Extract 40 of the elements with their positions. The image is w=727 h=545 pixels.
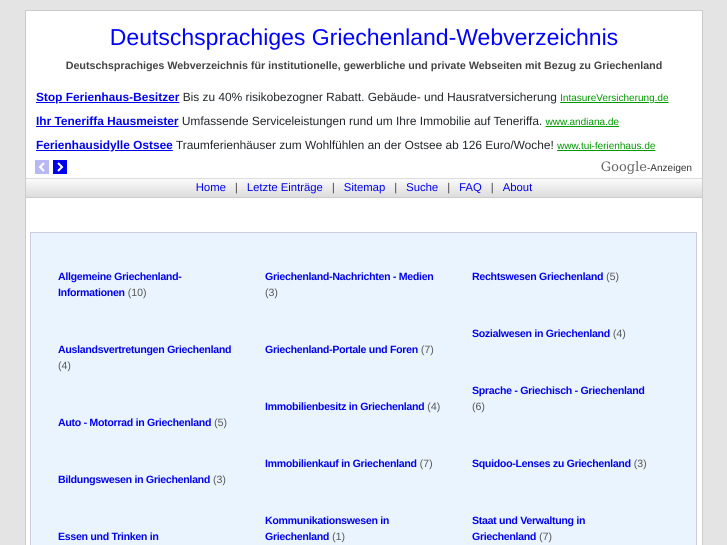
nav-link[interactable]: FAQ bbox=[459, 182, 482, 194]
nav-separator: | bbox=[490, 182, 494, 194]
site-subtitle: Deutschsprachiges Webverzeichnis für institutionelle, gewerbliche und private Webseiten mit Bezug zu Griechenland bbox=[64, 58, 664, 74]
nav-link[interactable]: About bbox=[502, 182, 532, 194]
category-link[interactable]: Staat und Verwaltung in Griechenland (7) bbox=[472, 513, 649, 545]
category-link[interactable]: Sozialwesen in Griechenland (4) bbox=[472, 326, 649, 342]
site-title: Deutschsprachiges Griechenland-Webverzeichnis bbox=[108, 24, 620, 52]
category-link[interactable]: Allgemeine Griechenland-Informationen (10) bbox=[58, 269, 235, 302]
category-link[interactable]: Immobilienkauf in Griechenland (7) bbox=[265, 456, 442, 472]
ad-title-link[interactable]: Ihr Teneriffa Hausmeister bbox=[36, 114, 179, 128]
ads-label: -Anzeigen bbox=[646, 162, 692, 174]
category-link[interactable]: Auto - Motorrad in Griechenland (5) bbox=[58, 415, 235, 432]
ad-title-link[interactable]: Stop Ferienhaus-Besitzer bbox=[36, 90, 180, 104]
category-link[interactable]: Griechenland-Nachrichten - Medien (3) bbox=[265, 269, 442, 302]
category-link[interactable]: Sprache - Griechisch - Griechenland (6) bbox=[472, 383, 649, 416]
google-wordmark: Google bbox=[600, 160, 647, 175]
ad-text: Umfassende Serviceleistungen rund um Ihre Immobilie auf Teneriffa. bbox=[182, 114, 542, 128]
category-link[interactable]: Auslandsvertretungen Griechenland (4) bbox=[58, 342, 235, 374]
nav-separator: | bbox=[234, 182, 238, 194]
nav-link[interactable]: Letzte Einträge bbox=[246, 182, 323, 194]
ad-text: Traumferienhäuser zum Wohlfühlen an der Ostsee ab 126 Euro/Woche! bbox=[176, 138, 554, 152]
ad-text: Bis zu 40% risikobezogner Rabatt. Gebäude- und Hausratversicherung bbox=[182, 90, 557, 104]
category-link[interactable]: Rechtswesen Griechenland (5) bbox=[472, 269, 649, 286]
category-link[interactable]: Essen und Trinken in bbox=[58, 529, 235, 545]
category-link[interactable]: Bildungswesen in Griechenland (3) bbox=[58, 472, 235, 488]
category-link[interactable]: Griechenland-Portale und Foren (7) bbox=[265, 342, 442, 358]
nav-separator: | bbox=[332, 182, 335, 194]
category-link[interactable]: Immobilienbesitz in Griechenland (4) bbox=[265, 399, 442, 416]
ad-url-link[interactable]: IntasureVersicherung.de bbox=[560, 92, 669, 104]
category-link[interactable]: Kommunikationswesen in Griechenland (1) bbox=[265, 513, 442, 545]
nav-link[interactable]: Home bbox=[196, 182, 226, 194]
nav-separator: | bbox=[447, 182, 450, 194]
nav-separator: | bbox=[394, 182, 398, 194]
category-link[interactable]: Squidoo-Lenses zu Griechenland (3) bbox=[472, 456, 649, 472]
nav-link[interactable]: Sitemap bbox=[344, 182, 386, 194]
ad-title-link[interactable]: Ferienhausidylle Ostsee bbox=[36, 138, 173, 152]
next-button[interactable] bbox=[53, 160, 67, 174]
ad-url-link[interactable]: www.tui-ferienhaus.de bbox=[557, 140, 656, 152]
nav-link[interactable]: Suche bbox=[406, 182, 438, 194]
ad-url-link[interactable]: www.andiana.de bbox=[546, 116, 619, 128]
